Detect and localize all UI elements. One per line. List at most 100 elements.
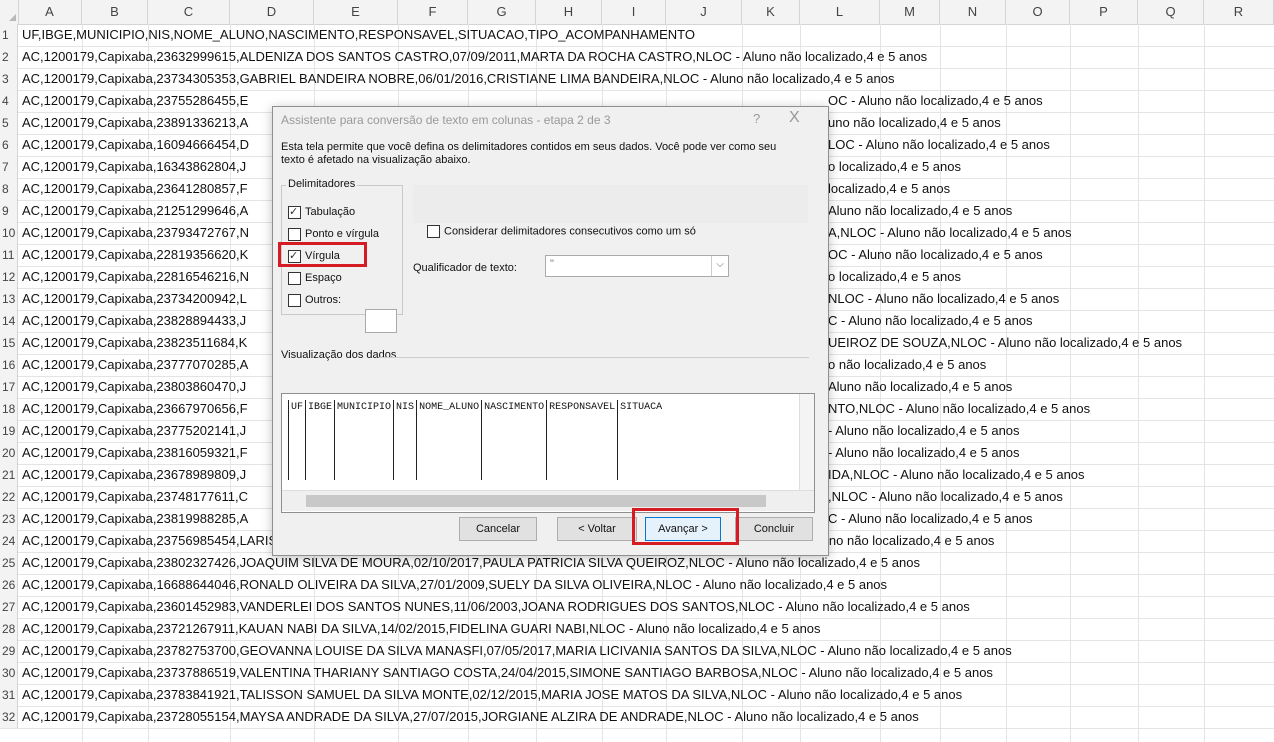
column-header[interactable]: B [82,0,148,24]
row-number[interactable]: 30 [0,662,18,684]
cell-text-tail: Aluno não localizado,4 e 5 anos [828,379,1013,394]
row-number[interactable]: 7 [0,156,18,178]
column-header[interactable]: H [536,0,602,24]
row-number[interactable]: 8 [0,178,18,200]
cell-text-tail: uno não localizado,4 e 5 anos [828,115,1001,130]
column-header[interactable]: M [880,0,940,24]
row-number[interactable]: 29 [0,640,18,662]
row-number[interactable]: 22 [0,486,18,508]
column-header[interactable]: G [468,0,536,24]
preview-column: NOME_ALUNO [416,400,481,480]
cell-text-tail: o localizado,4 e 5 anos [828,159,961,174]
row-number[interactable]: 12 [0,266,18,288]
cell-text-tail: LOC - Aluno não localizado,4 e 5 anos [828,137,1050,152]
select-all-corner[interactable] [0,0,19,24]
table-row[interactable]: 1 UF,IBGE,MUNICIPIO,NIS,NOME_ALUNO,NASCIM… [0,24,1274,47]
chevron-down-icon[interactable]: ⌵ [711,256,728,276]
cell-text: AC,1200179,Capixaba,23748177611,C [22,489,248,504]
column-header[interactable]: I [602,0,666,24]
finish-button[interactable]: Concluir [735,517,813,541]
row-number[interactable]: 9 [0,200,18,222]
text-qualifier-select[interactable]: " ⌵ [545,255,729,277]
options-area [413,185,808,223]
row-number[interactable]: 28 [0,618,18,640]
consecutive-checkbox[interactable]: Considerar delimitadores consecutivos co… [427,225,696,238]
preview-column: IBGE [305,400,334,480]
cell-text: AC,1200179,Capixaba,23734200942,L [22,291,247,306]
column-header[interactable]: J [666,0,742,24]
row-number[interactable]: 26 [0,574,18,596]
column-header[interactable]: L [800,0,880,24]
back-button[interactable]: < Voltar [557,517,637,541]
column-header[interactable]: F [398,0,468,24]
table-row[interactable]: 31 AC,1200179,Capixaba,23783841921,TALISS… [0,684,1274,707]
scrollbar-thumb[interactable] [306,495,766,507]
row-number[interactable]: 2 [0,46,18,68]
row-number[interactable]: 21 [0,464,18,486]
preview-divider [379,357,809,358]
column-header[interactable]: P [1070,0,1138,24]
column-header[interactable]: K [742,0,800,24]
text-qualifier-value: " [550,258,554,270]
column-header[interactable]: A [18,0,82,24]
row-number[interactable]: 23 [0,508,18,530]
row-number[interactable]: 10 [0,222,18,244]
cancel-button[interactable]: Cancelar [459,517,537,541]
cell-text-tail: Aluno não localizado,4 e 5 anos [828,203,1013,218]
dialog-title: Assistente para conversão de texto em co… [281,113,611,127]
row-number[interactable]: 4 [0,90,18,112]
table-row[interactable]: 29 AC,1200179,Capixaba,23782753700,GEOVAN… [0,640,1274,663]
row-number[interactable]: 24 [0,530,18,552]
other-delimiter-input[interactable] [365,309,397,333]
column-header[interactable]: E [314,0,398,24]
row-number[interactable]: 6 [0,134,18,156]
semicolon-checkbox[interactable]: Ponto e vírgula [288,226,379,242]
column-header[interactable]: O [1006,0,1070,24]
cell-text: AC,1200179,Capixaba,23823511684,K [22,335,248,350]
other-checkbox[interactable]: Outros: [288,292,341,308]
row-number[interactable]: 20 [0,442,18,464]
row-number[interactable]: 25 [0,552,18,574]
column-header[interactable]: C [148,0,230,24]
table-row[interactable]: 3 AC,1200179,Capixaba,23734305353,GABRIEL… [0,68,1274,91]
column-header[interactable]: D [230,0,314,24]
space-label: Espaço [305,272,342,284]
column-header[interactable]: N [940,0,1006,24]
row-number[interactable]: 18 [0,398,18,420]
table-row[interactable]: 2 AC,1200179,Capixaba,23632999615,ALDENIZ… [0,46,1274,69]
row-number[interactable]: 5 [0,112,18,134]
row-number[interactable]: 17 [0,376,18,398]
table-row[interactable]: 26 AC,1200179,Capixaba,16688644046,RONALD… [0,574,1274,597]
row-number[interactable]: 15 [0,332,18,354]
column-header[interactable]: Q [1138,0,1204,24]
table-row[interactable]: 30 AC,1200179,Capixaba,23737886519,VALENT… [0,662,1274,685]
cell-text: AC,1200179,Capixaba,23803860470,J [22,379,247,394]
close-icon[interactable]: X [789,109,800,127]
tab-checkbox[interactable]: Tabulação [288,204,355,220]
preview-vertical-scrollbar[interactable] [799,394,814,490]
data-preview[interactable]: UF IBGE MUNICIPIO NIS NOME_ALUNO NASCIMENTO RE… [281,393,815,513]
cell-text-tail: o não localizado,4 e 5 anos [828,357,987,372]
space-checkbox[interactable]: Espaço [288,270,342,286]
row-number[interactable]: 13 [0,288,18,310]
delimiters-label: Delimitadores [286,178,358,190]
row-number[interactable]: 3 [0,68,18,90]
table-row[interactable]: 27 AC,1200179,Capixaba,23601452983,VANDER… [0,596,1274,619]
row-number[interactable]: 16 [0,354,18,376]
row-number[interactable]: 11 [0,244,18,266]
table-row[interactable]: 28 AC,1200179,Capixaba,23721267911,KAUAN … [0,618,1274,641]
row-number[interactable]: 19 [0,420,18,442]
checkbox-icon [288,227,301,241]
cell-text-tail: NTO,NLOC - Aluno não localizado,4 e 5 an… [828,401,1091,416]
column-header[interactable]: R [1204,0,1274,24]
row-number[interactable]: 14 [0,310,18,332]
row-number[interactable]: 27 [0,596,18,618]
help-icon[interactable]: ? [753,111,760,126]
row-number[interactable]: 1 [0,24,18,46]
table-row[interactable]: 32 AC,1200179,Capixaba,23728055154,MAYSA … [0,706,1274,729]
row-number[interactable]: 31 [0,684,18,706]
cell-text-tail: OC - Aluno não localizado,4 e 5 anos [828,247,1043,262]
row-number[interactable]: 32 [0,706,18,728]
preview-column: NASCIMENTO [481,400,546,480]
cell-text-tail: localizado,4 e 5 anos [828,181,951,196]
